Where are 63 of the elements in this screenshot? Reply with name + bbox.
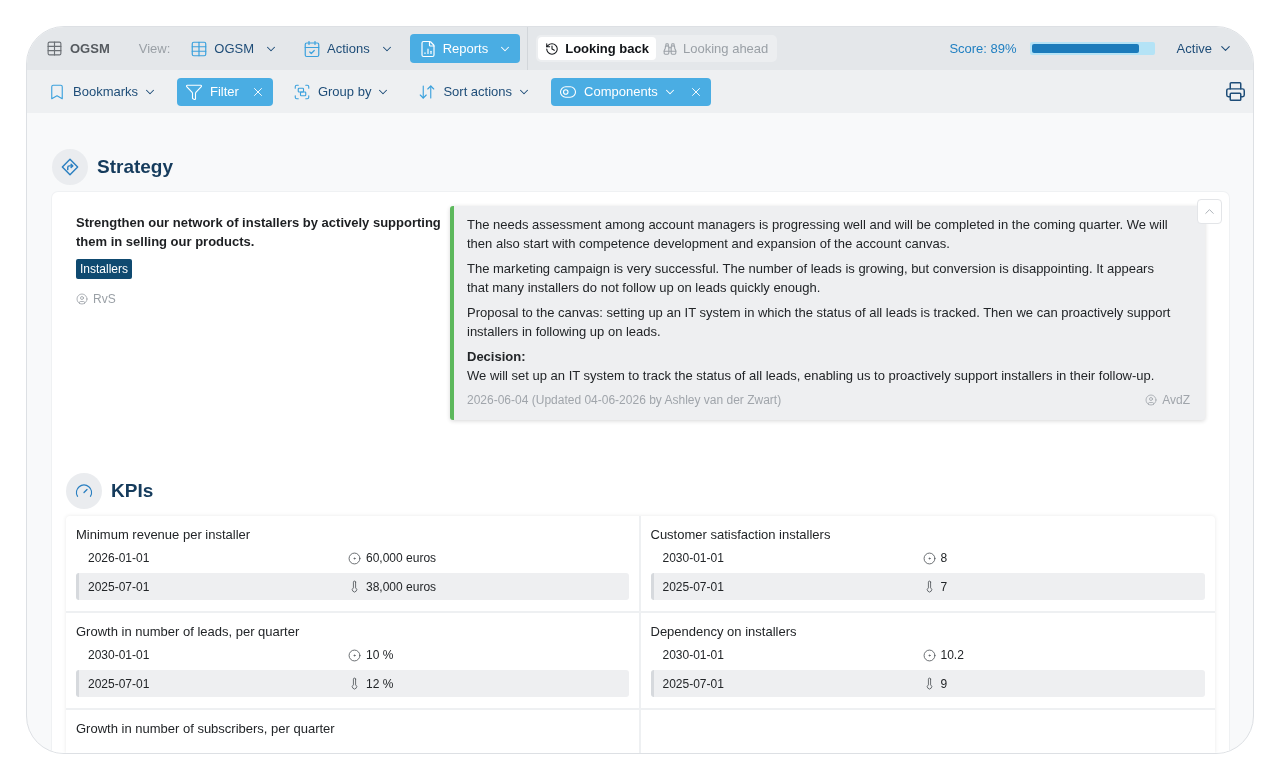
table-icon	[190, 39, 209, 58]
comment-text: The needs assessment among account managers is progressing well and will be completed in the coming quarter. We will then also start with competence development and expansion of the account canvas.	[467, 216, 1169, 253]
target-icon	[922, 648, 936, 662]
actual-value: 12 %	[366, 676, 394, 691]
comment-text: The marketing campaign is very successful. The number of leads is growing, but conversion is disappointing. It appears that many installers do not follow up on leads quickly enough.	[467, 260, 1155, 297]
target-date: 2030-01-01	[662, 551, 725, 565]
category-tag: Installers	[76, 259, 133, 279]
user-circle-icon	[1145, 394, 1158, 406]
table-icon	[46, 40, 63, 57]
user-circle-icon	[76, 293, 88, 305]
target-value: 60,000 euros	[366, 551, 437, 565]
actual-value: 7	[940, 579, 948, 594]
calendar-check-icon	[303, 39, 322, 58]
owner-initials: RvS	[93, 292, 116, 306]
actions-view-tab[interactable]: Actions	[294, 34, 402, 63]
section-title: Strategy	[97, 156, 174, 178]
decision-text: We will set up an IT system to track the status of all leads, enabling us to proactively support installers in their follow-up.	[467, 366, 1156, 385]
actual-date: 2025-07-01	[662, 579, 725, 594]
target-value: 10 %	[366, 648, 394, 662]
target-value: 8	[940, 551, 948, 565]
kpi-title: Customer satisfaction installers	[650, 526, 832, 544]
target-date: 2030-01-01	[88, 648, 151, 662]
filter-icon	[185, 82, 204, 101]
kpi-title: Minimum revenue per installer	[76, 526, 252, 544]
view-label: View:	[138, 41, 171, 56]
decision-label: Decision:	[467, 348, 527, 366]
kpi-title: Growth in number of leads, per quarter	[76, 623, 301, 641]
printer-icon	[1224, 81, 1246, 102]
score-label: Score: 89%	[949, 41, 1017, 56]
group-icon	[292, 82, 311, 101]
comment-text: Proposal to the canvas: setting up an IT system in which the status of all leads is tracked. Then we can proactively support installers in following up on leads.	[467, 304, 1172, 341]
target-icon	[922, 551, 936, 565]
update-info: 2026-06-04 (Updated 04-06-2026 by Ashley van der Zwart)	[467, 392, 782, 409]
sort-menu[interactable]: Sort actions	[410, 77, 540, 106]
author-initials: AvdZ	[1162, 392, 1190, 409]
sort-icon	[418, 82, 437, 101]
direction-sign-icon	[52, 149, 88, 185]
bookmarks-menu[interactable]: Bookmarks	[40, 77, 166, 106]
objective-text: Strengthen our network of installers by actively supporting them in selling our products.	[76, 214, 442, 251]
target-value: 10.2	[940, 648, 964, 662]
history-icon	[545, 41, 560, 56]
binoculars-icon	[663, 41, 677, 56]
target-date: 2030-01-01	[662, 648, 725, 662]
ogsm-view-tab[interactable]: OGSM	[181, 34, 287, 63]
collapse-button[interactable]	[1197, 199, 1222, 224]
actual-value: 38,000 euros	[366, 579, 437, 594]
kpi-title: Growth in number of subscribers, per quarter	[76, 720, 336, 738]
actual-value: 9	[940, 676, 948, 691]
period-option[interactable]: Looking back	[538, 37, 656, 60]
actual-date: 2025-07-01	[662, 676, 725, 691]
chart-file-icon	[418, 39, 437, 58]
target-date: 2026-01-01	[88, 551, 151, 565]
actual-date: 2025-07-01	[88, 579, 151, 594]
target-icon	[348, 551, 361, 565]
gauge-icon	[66, 473, 102, 509]
app-title: OGSM	[70, 41, 110, 56]
actual-date: 2025-07-01	[88, 676, 151, 691]
section-title: KPIs	[111, 480, 154, 502]
status-dropdown[interactable]: Active	[1168, 34, 1241, 63]
kpi-title: Dependency on installers	[650, 623, 798, 641]
group-by-menu[interactable]: Group by	[284, 77, 399, 106]
target-icon	[348, 648, 361, 662]
bookmark-icon	[48, 82, 66, 101]
